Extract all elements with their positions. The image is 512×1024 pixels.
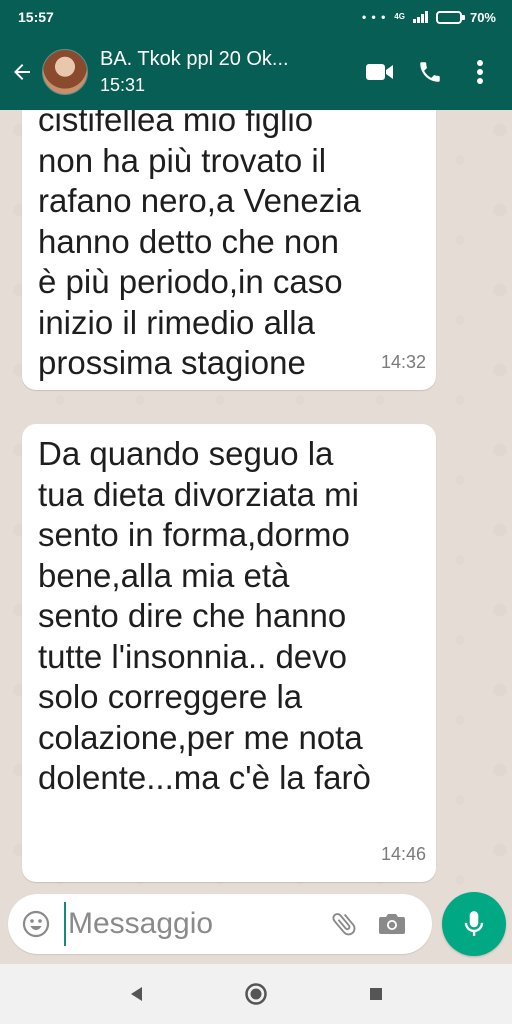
message-time: 14:32 xyxy=(380,351,426,372)
more-options-button[interactable] xyxy=(462,52,498,92)
camera-icon xyxy=(379,914,405,934)
video-call-icon xyxy=(366,64,393,80)
status-time: 15:57 xyxy=(18,9,54,25)
voice-call-button[interactable] xyxy=(412,52,448,92)
paperclip-icon xyxy=(332,913,356,936)
message-text: cistifellea mio figlio non ha più trovat… xyxy=(38,110,361,381)
attach-button[interactable] xyxy=(322,894,366,954)
notification-dots: • • • xyxy=(362,10,387,24)
more-vertical-icon xyxy=(477,60,483,84)
phone-icon xyxy=(420,62,440,82)
chat-header: BA. Tkok ppl 20 Ok... 15:31 xyxy=(0,34,512,110)
nav-back-button[interactable] xyxy=(121,979,151,1009)
contact-info[interactable]: BA. Tkok ppl 20 Ok... 15:31 xyxy=(100,48,330,96)
nav-recents-button[interactable] xyxy=(361,979,391,1009)
avatar[interactable] xyxy=(42,49,88,95)
battery-percent: 70% xyxy=(469,9,496,25)
chat-area[interactable]: cistifellea mio figlio non ha più trovat… xyxy=(0,110,512,888)
message-text: Da quando seguo la tua dieta divorziata … xyxy=(38,435,371,796)
status-bar: 15:57 • • • 4G 70% xyxy=(0,0,512,34)
camera-button[interactable] xyxy=(370,894,414,954)
message-time: 14:46 xyxy=(380,843,426,864)
circle-home-icon xyxy=(245,983,267,1005)
system-nav-bar xyxy=(0,964,512,1024)
header-actions xyxy=(362,52,512,92)
nav-home-button[interactable] xyxy=(241,979,271,1009)
network-type: 4G xyxy=(394,12,405,21)
square-recents-icon xyxy=(370,988,382,1000)
message-bubble[interactable]: cistifellea mio figlio non ha più trovat… xyxy=(22,110,436,390)
voice-message-button[interactable] xyxy=(442,892,506,956)
video-call-button[interactable] xyxy=(362,52,398,92)
emoji-icon xyxy=(22,910,50,938)
microphone-icon xyxy=(464,911,484,936)
triangle-back-icon xyxy=(131,987,142,1001)
back-arrow-icon xyxy=(14,64,30,80)
status-icons: • • • 4G 70% xyxy=(362,10,496,25)
contact-subtitle: 15:31 xyxy=(100,75,146,95)
contact-name: BA. Tkok ppl 20 Ok... xyxy=(100,48,289,70)
message-composer xyxy=(8,894,432,954)
back-button[interactable] xyxy=(4,34,40,110)
message-input[interactable] xyxy=(64,902,314,946)
emoji-button[interactable] xyxy=(8,894,64,954)
message-bubble[interactable]: Da quando seguo la tua dieta divorziata … xyxy=(22,424,436,882)
signal-icon xyxy=(412,11,428,23)
battery-icon xyxy=(435,10,465,24)
